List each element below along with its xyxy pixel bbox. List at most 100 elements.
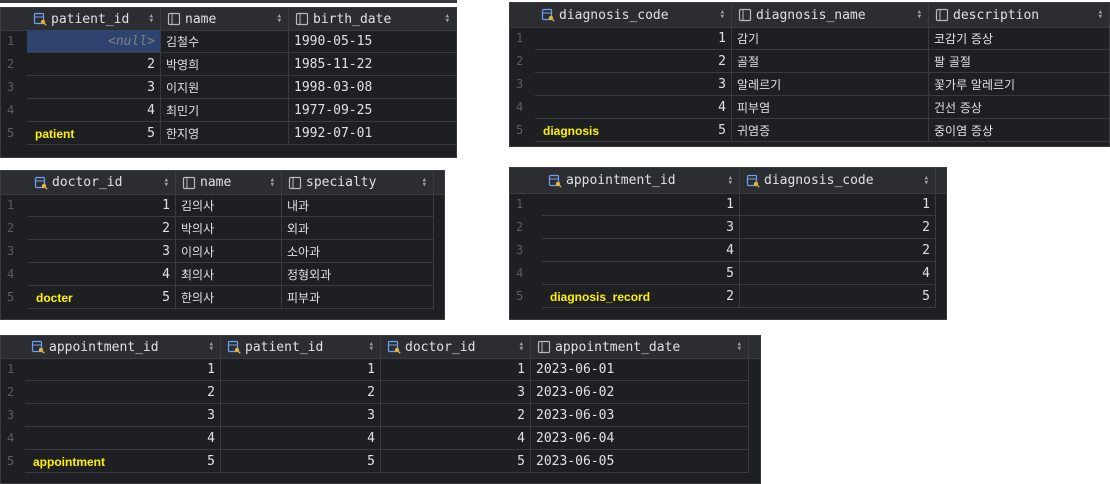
table-cell-name[interactable]: 박영희: [161, 53, 289, 76]
sort-toggle-icon[interactable]: ▴ ▾: [264, 175, 275, 189]
sort-toggle-icon[interactable]: ▴ ▾: [513, 340, 524, 354]
table-cell-patient-id[interactable]: 1: [221, 358, 381, 381]
table-cell-diagnosis-code[interactable]: 2: [740, 216, 936, 239]
row-number[interactable]: 3: [1, 404, 25, 426]
table-cell-description[interactable]: 팔 골절: [929, 50, 1110, 73]
table-cell-specialty[interactable]: 피부과: [282, 286, 434, 309]
table-cell-specialty[interactable]: 외과: [282, 217, 434, 240]
table-cell-patient-id[interactable]: 3: [221, 404, 381, 427]
row-number[interactable]: 1: [1, 358, 25, 380]
row-number[interactable]: 4: [1, 263, 25, 285]
sort-toggle-icon[interactable]: ▴ ▾: [1092, 8, 1103, 22]
row-number[interactable]: 4: [1, 99, 25, 121]
table-cell-name[interactable]: 최의사: [176, 263, 282, 286]
table-cell-patient-id[interactable]: 2: [27, 53, 161, 76]
column-header-patient-id[interactable]: patient_id ▴ ▾: [221, 336, 381, 358]
table-cell-description[interactable]: 코감기 증상: [929, 27, 1110, 50]
table-cell-description[interactable]: 중이염 증상: [929, 119, 1110, 142]
table-cell-appointment-id[interactable]: 5: [542, 262, 740, 285]
row-number[interactable]: 5: [1, 122, 25, 144]
column-header-appointment-id[interactable]: appointment_id ▴ ▾: [542, 168, 740, 193]
table-cell-birth-date[interactable]: 1990-05-15: [289, 30, 457, 53]
table-cell-patient-id[interactable]: 4: [27, 99, 161, 122]
table-cell-patient-id[interactable]: 2: [221, 381, 381, 404]
column-header-name[interactable]: name ▴ ▾: [161, 8, 289, 30]
column-header-patient-id[interactable]: patient_id ▴ ▾: [27, 8, 161, 30]
column-header-doctor-id[interactable]: doctor_id ▴ ▾: [381, 336, 531, 358]
table-cell-doctor-id[interactable]: 1: [28, 194, 176, 217]
table-cell-diagnosis-code[interactable]: 5: [740, 285, 936, 308]
sort-toggle-icon[interactable]: ▴ ▾: [918, 173, 929, 187]
table-cell-description[interactable]: 건선 증상: [929, 96, 1110, 119]
row-number[interactable]: 3: [510, 73, 534, 95]
row-number[interactable]: 4: [1, 427, 25, 449]
table-cell-name[interactable]: 한지영: [161, 122, 289, 145]
table-cell-appointment-date[interactable]: 2023-06-01: [531, 358, 749, 381]
table-cell-birth-date[interactable]: 1985-11-22: [289, 53, 457, 76]
table-cell-doctor-id[interactable]: 3: [28, 240, 176, 263]
table-cell-diagnosis-name[interactable]: 감기: [732, 27, 929, 50]
column-header-doctor-id[interactable]: doctor_id ▴ ▾: [28, 171, 176, 194]
table-cell-appointment-id[interactable]: 4: [542, 239, 740, 262]
table-cell-name[interactable]: 한의사: [176, 286, 282, 309]
table-cell-diagnosis-name[interactable]: 귀염증: [732, 119, 929, 142]
column-header-description[interactable]: description ▴ ▾: [929, 3, 1110, 27]
column-header-diagnosis-code[interactable]: diagnosis_code ▴ ▾: [535, 3, 732, 27]
column-header-appointment-id[interactable]: appointment_id ▴ ▾: [25, 336, 221, 358]
row-number[interactable]: 2: [510, 50, 534, 72]
table-cell-appointment-date[interactable]: 2023-06-03: [531, 404, 749, 427]
row-number[interactable]: 1: [1, 194, 25, 216]
row-number[interactable]: 3: [1, 76, 25, 98]
row-number[interactable]: 2: [1, 53, 25, 75]
table-cell-name[interactable]: 이의사: [176, 240, 282, 263]
table-cell-patient-id[interactable]: 4: [221, 427, 381, 450]
sort-toggle-icon[interactable]: ▴ ▾: [203, 340, 214, 354]
table-cell-doctor-id[interactable]: 3: [381, 381, 531, 404]
table-cell-appointment-id[interactable]: 4: [25, 427, 221, 450]
sort-toggle-icon[interactable]: ▴ ▾: [722, 173, 733, 187]
row-number[interactable]: 5: [1, 286, 25, 308]
table-cell-doctor-id[interactable]: 4: [381, 427, 531, 450]
row-number[interactable]: 5: [1, 450, 25, 472]
table-cell-diagnosis-code[interactable]: 2: [740, 239, 936, 262]
table-cell-diagnosis-code[interactable]: 3: [535, 73, 732, 96]
table-cell-doctor-id[interactable]: 4: [28, 263, 176, 286]
row-number[interactable]: 3: [1, 240, 25, 262]
table-cell-name[interactable]: 김철수: [161, 30, 289, 53]
table-cell-specialty[interactable]: 정형외과: [282, 263, 434, 286]
table-cell-appointment-id[interactable]: 3: [542, 216, 740, 239]
table-cell-birth-date[interactable]: 1992-07-01: [289, 122, 457, 145]
table-cell-name[interactable]: 이지원: [161, 76, 289, 99]
row-number[interactable]: 5: [510, 285, 534, 307]
sort-toggle-icon[interactable]: ▴ ▾: [363, 340, 374, 354]
table-cell-description[interactable]: 꽃가루 알레르기: [929, 73, 1110, 96]
table-cell-name[interactable]: 최민기: [161, 99, 289, 122]
column-header-birth-date[interactable]: birth_date ▴ ▾: [289, 8, 457, 30]
table-cell-patient-id[interactable]: <null>: [27, 30, 161, 53]
table-cell-diagnosis-code[interactable]: 1: [535, 27, 732, 50]
table-cell-diagnosis-name[interactable]: 골절: [732, 50, 929, 73]
sort-toggle-icon[interactable]: ▴ ▾: [714, 8, 725, 22]
column-header-diagnosis-name[interactable]: diagnosis_name ▴ ▾: [732, 3, 929, 27]
row-number[interactable]: 1: [1, 30, 25, 52]
sort-toggle-icon[interactable]: ▴ ▾: [911, 8, 922, 22]
table-cell-diagnosis-name[interactable]: 알레르기: [732, 73, 929, 96]
table-cell-appointment-date[interactable]: 2023-06-05: [531, 450, 749, 473]
row-number[interactable]: 1: [510, 27, 534, 49]
row-number[interactable]: 3: [510, 239, 534, 261]
column-header-diagnosis-code[interactable]: diagnosis_code ▴ ▾: [740, 168, 936, 193]
table-cell-diagnosis-code[interactable]: 2: [535, 50, 732, 73]
table-cell-patient-id[interactable]: 5: [221, 450, 381, 473]
sort-toggle-icon[interactable]: ▴ ▾: [439, 12, 450, 26]
row-number[interactable]: 1: [510, 193, 534, 215]
table-cell-specialty[interactable]: 내과: [282, 194, 434, 217]
row-number[interactable]: 2: [1, 217, 25, 239]
sort-toggle-icon[interactable]: ▴ ▾: [731, 340, 742, 354]
sort-toggle-icon[interactable]: ▴ ▾: [416, 175, 427, 189]
sort-toggle-icon[interactable]: ▴ ▾: [271, 12, 282, 26]
row-number[interactable]: 5: [510, 119, 534, 141]
column-header-name[interactable]: name ▴ ▾: [176, 171, 282, 194]
table-cell-name[interactable]: 박의사: [176, 217, 282, 240]
column-header-appointment-date[interactable]: appointment_date ▴ ▾: [531, 336, 749, 358]
row-number[interactable]: 4: [510, 262, 534, 284]
